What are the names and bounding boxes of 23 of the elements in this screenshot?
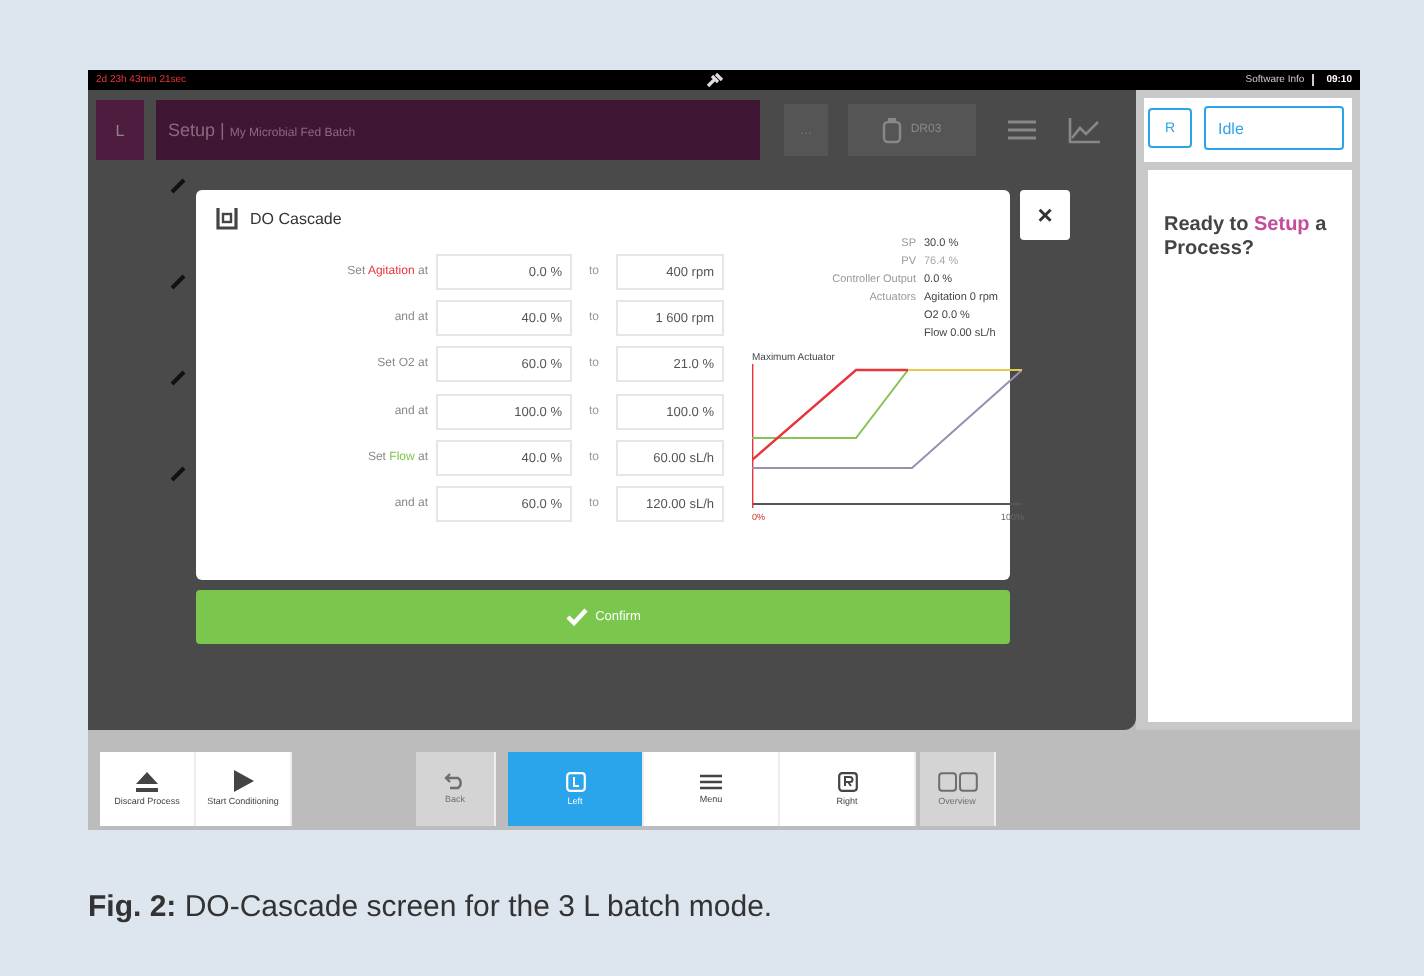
checkmark-icon: [565, 608, 588, 626]
undo-icon: [444, 772, 466, 791]
pencil-icon[interactable]: [170, 178, 186, 194]
eject-icon: [136, 771, 158, 792]
figure-caption: Fig. 2: DO-Cascade screen for the 3 L batch mode.: [88, 890, 775, 924]
menu-icon: [700, 773, 722, 790]
state-field: Idle: [1204, 106, 1344, 150]
satellite-icon: [706, 72, 725, 88]
vessel-icon: [882, 117, 903, 143]
dialog-title: DO Cascade: [250, 210, 342, 228]
list-icon[interactable]: [1008, 120, 1036, 140]
chart-icon[interactable]: [1068, 117, 1100, 143]
close-button[interactable]: ×: [1020, 190, 1070, 240]
box-icon: [837, 771, 857, 792]
vessel-icon: [216, 208, 238, 230]
box-icon: [565, 771, 585, 792]
message-text: Ready to Setup a Process?: [1164, 214, 1329, 260]
split-box-icon: [937, 771, 977, 792]
play-icon: [233, 770, 253, 793]
pencil-icon[interactable]: [170, 466, 186, 482]
pencil-icon[interactable]: [170, 370, 186, 386]
pencil-icon[interactable]: [170, 274, 186, 290]
left-unit-button[interactable]: L: [96, 100, 144, 160]
